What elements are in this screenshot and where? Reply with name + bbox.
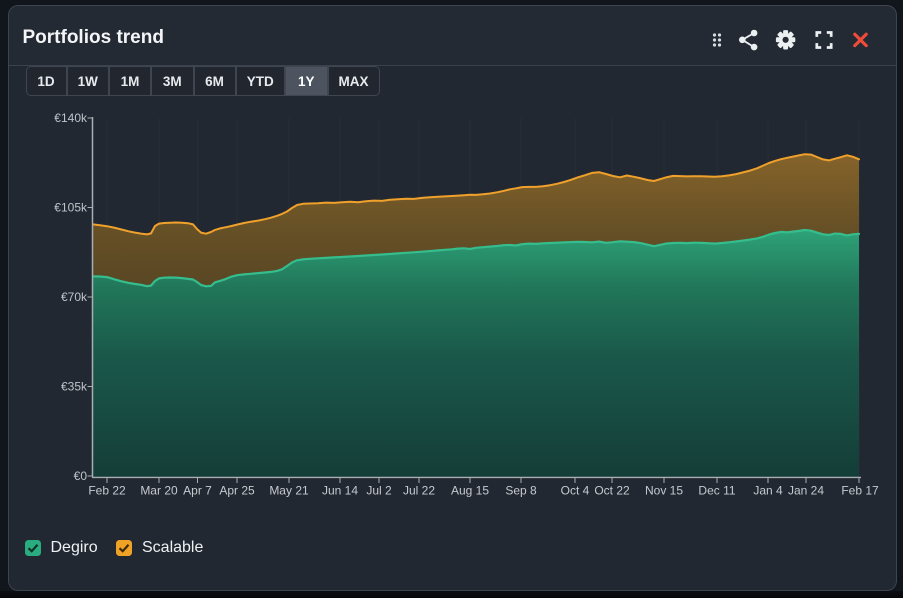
svg-text:€70k: €70k — [61, 290, 88, 304]
svg-text:May 21: May 21 — [269, 484, 309, 498]
svg-text:€105k: €105k — [54, 201, 88, 215]
svg-text:Aug 15: Aug 15 — [451, 484, 489, 498]
svg-text:Nov 15: Nov 15 — [645, 484, 683, 498]
svg-text:€0: €0 — [74, 469, 88, 483]
svg-text:Jan 4: Jan 4 — [753, 484, 783, 498]
svg-text:Sep 8: Sep 8 — [505, 484, 537, 498]
svg-text:Apr 7: Apr 7 — [183, 484, 212, 498]
svg-text:Oct 4: Oct 4 — [561, 484, 590, 498]
svg-text:Feb 17: Feb 17 — [841, 484, 879, 498]
svg-text:Jan 24: Jan 24 — [788, 484, 824, 498]
svg-text:Jul 22: Jul 22 — [403, 484, 435, 498]
svg-text:Dec 11: Dec 11 — [698, 484, 735, 498]
svg-text:Mar 20: Mar 20 — [140, 484, 178, 498]
svg-text:Feb 22: Feb 22 — [88, 484, 126, 498]
svg-text:Apr 25: Apr 25 — [219, 484, 255, 498]
svg-text:Jul 2: Jul 2 — [366, 484, 392, 498]
svg-text:Oct 22: Oct 22 — [594, 484, 630, 498]
svg-text:€35k: €35k — [61, 380, 88, 394]
svg-text:€140k: €140k — [54, 111, 88, 125]
svg-text:Jun 14: Jun 14 — [322, 484, 358, 498]
